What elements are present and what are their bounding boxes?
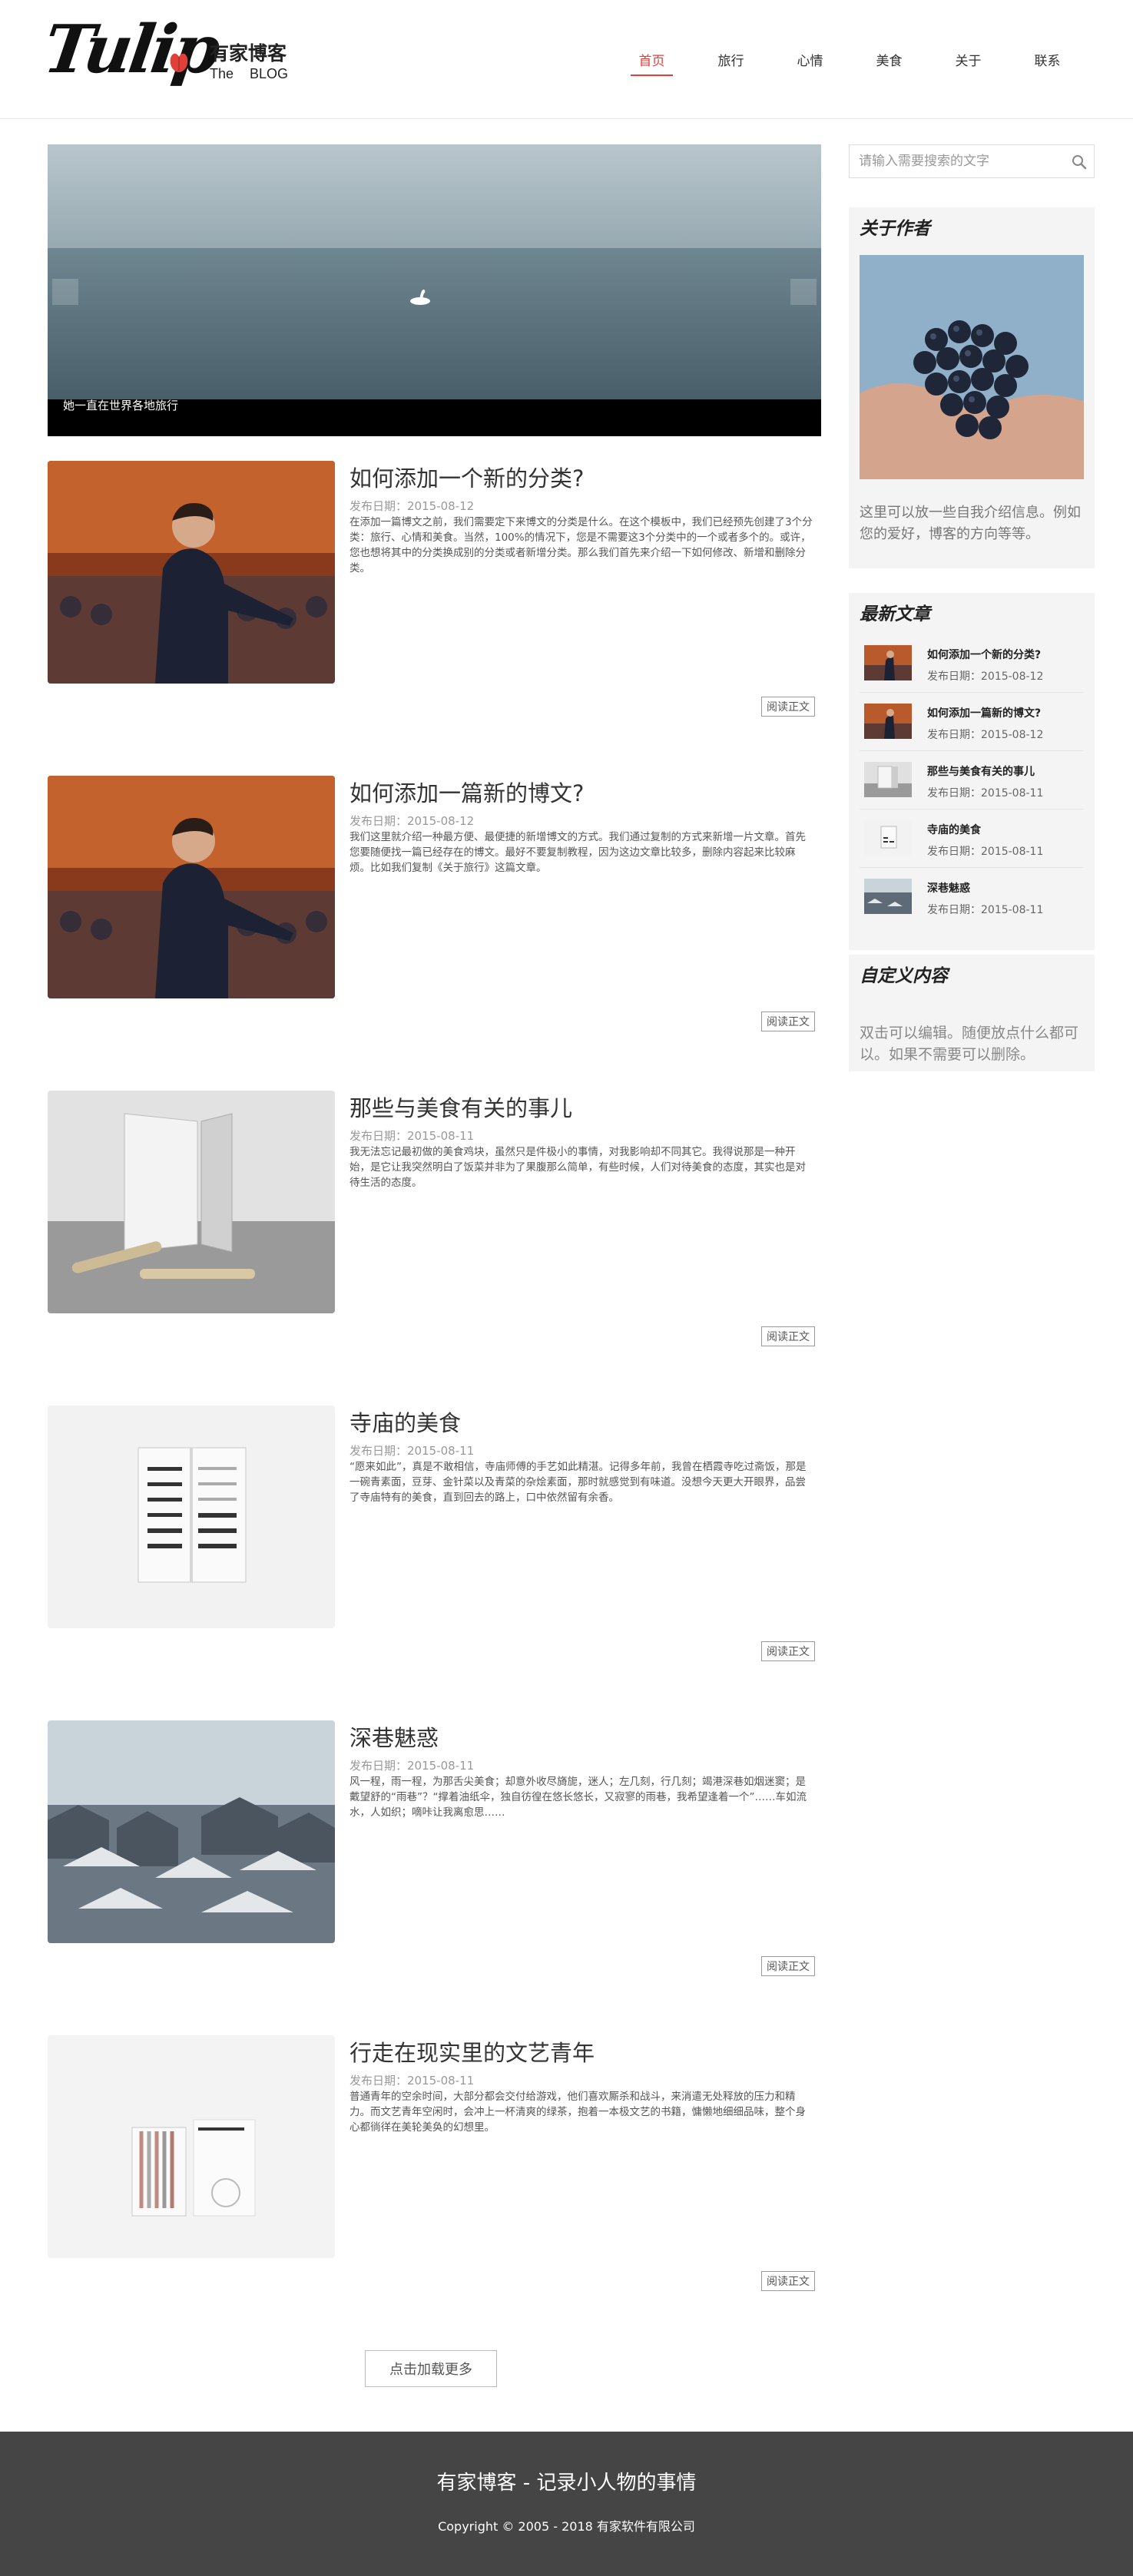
books-image <box>48 2035 335 2258</box>
about-text: 这里可以放一些自我介绍信息。例如您的爱好，博客的方向等等。 <box>860 505 1081 542</box>
post-date: 发布日期：2015-08-11 <box>350 1129 475 1143</box>
read-more-button[interactable]: 阅读正文 <box>761 1956 815 1976</box>
latest-thumbnail <box>864 820 912 856</box>
booklet-image <box>48 1406 335 1628</box>
post-card: 如何添加一个新的分类? 发布日期：2015-08-12 在添加一篇博文之前，我们… <box>48 461 821 776</box>
slider-caption: 她一直在世界各地旅行 <box>63 399 179 412</box>
latest-post-date: 发布日期：2015-08-12 <box>927 729 1044 741</box>
post-thumbnail[interactable] <box>48 1091 335 1313</box>
speaker-image <box>48 461 335 684</box>
post-excerpt: “愿来如此”，真是不敢相信，寺庙师傅的手艺如此精湛。记得多年前，我曾在栖霞寺吃过… <box>350 1461 807 1504</box>
nav-item-food[interactable]: 美食 <box>850 0 929 119</box>
post-thumbnail[interactable] <box>48 2035 335 2258</box>
search-input[interactable] <box>859 151 1062 171</box>
post-title[interactable]: 寺庙的美食 <box>350 1406 461 1438</box>
latest-thumbnail <box>864 704 912 739</box>
latest-post-date: 发布日期：2015-08-11 <box>927 846 1044 858</box>
post-date: 发布日期：2015-08-12 <box>350 814 475 828</box>
post-title[interactable]: 那些与美食有关的事儿 <box>350 1091 572 1123</box>
tulip-icon <box>170 53 188 72</box>
author-photo <box>860 255 1084 479</box>
post-thumbnail[interactable] <box>48 776 335 998</box>
custom-content-widget: 自定义内容 双击可以编辑。随便放点什么都可以。如果不需要可以删除。 <box>849 955 1095 1071</box>
nav-item-about[interactable]: 关于 <box>929 0 1008 119</box>
post-thumbnail[interactable] <box>48 1406 335 1628</box>
latest-posts-widget: 最新文章 如何添加一个新的分类? 发布日期：2015-08-12 如何添加一篇新… <box>849 593 1095 950</box>
read-more-button[interactable]: 阅读正文 <box>761 1641 815 1661</box>
site-header: Tulip 有家博客 The BLOG 首页 旅行 心情 美食 关于 联系 <box>0 0 1133 119</box>
post-date: 发布日期：2015-08-11 <box>350 2074 475 2088</box>
post-card: 寺庙的美食 发布日期：2015-08-11 “愿来如此”，真是不敢相信，寺庙师傅… <box>48 1406 821 1720</box>
post-card: 那些与美食有关的事儿 发布日期：2015-08-11 我无法忘记最初做的美食鸡块… <box>48 1091 821 1406</box>
post-card: 行走在现实里的文艺青年 发布日期：2015-08-11 普通青年的空余时间，大部… <box>48 2035 821 2350</box>
widget-title: 关于作者 <box>860 218 930 239</box>
latest-posts-list: 如何添加一个新的分类? 发布日期：2015-08-12 如何添加一篇新的博文? … <box>860 634 1084 926</box>
post-excerpt: 风一程，雨一程，为那舌尖美食；却意外收尽旖旎，迷人；左几刻，行几刻；竭港深巷如烟… <box>350 1776 807 1819</box>
latest-post-title: 寺庙的美食 <box>927 824 981 836</box>
post-excerpt: 我们这里就介绍一种最方便、最便捷的新增博文的方式。我们通过复制的方式来新增一片文… <box>350 831 806 874</box>
logo-wordmark: Tulip <box>38 11 223 88</box>
latest-post-title: 如何添加一个新的分类? <box>927 649 1042 661</box>
slider-next-button[interactable] <box>790 279 817 305</box>
nav-item-travel[interactable]: 旅行 <box>691 0 770 119</box>
latest-post-date: 发布日期：2015-08-12 <box>927 670 1044 683</box>
post-title[interactable]: 如何添加一篇新的博文? <box>350 776 584 808</box>
hero-slider[interactable]: 她一直在世界各地旅行 <box>48 144 821 436</box>
latest-post-date: 发布日期：2015-08-11 <box>927 904 1044 916</box>
latest-thumbnail <box>864 762 912 797</box>
city-image <box>48 1720 335 1943</box>
post-thumbnail[interactable] <box>48 461 335 684</box>
widget-title: 最新文章 <box>860 604 930 624</box>
slider-image-swan-lake <box>48 144 821 436</box>
post-title[interactable]: 如何添加一个新的分类? <box>350 461 584 493</box>
list-item[interactable]: 寺庙的美食 发布日期：2015-08-11 <box>860 810 1084 868</box>
site-logo[interactable]: Tulip 有家博客 The BLOG <box>39 11 298 109</box>
about-author-widget: 关于作者 这里可以放一些自我介绍信息。例如您的爱好，博客的方向等等。 <box>849 207 1095 568</box>
post-excerpt: 在添加一篇博文之前，我们需要定下来博文的分类是什么。在这个模板中，我们已经预先创… <box>350 516 813 574</box>
nav-item-home[interactable]: 首页 <box>612 0 691 119</box>
post-date: 发布日期：2015-08-12 <box>350 499 475 513</box>
post-excerpt: 我无法忘记最初做的美食鸡块，虽然只是件极小的事情，对我影响却不同其它。我得说那是… <box>350 1146 806 1189</box>
latest-post-title: 深巷魅惑 <box>927 882 970 895</box>
nav-item-mood[interactable]: 心情 <box>770 0 850 119</box>
slider-prev-button[interactable] <box>52 279 78 305</box>
list-item[interactable]: 那些与美食有关的事儿 发布日期：2015-08-11 <box>860 751 1084 810</box>
footer-title: 有家博客 - 记录小人物的事情 <box>436 2472 697 2495</box>
widget-title: 自定义内容 <box>860 965 948 986</box>
post-thumbnail[interactable] <box>48 1720 335 1943</box>
post-date: 发布日期：2015-08-11 <box>350 1759 475 1773</box>
main-nav: 首页 旅行 心情 美食 关于 联系 <box>612 0 1087 119</box>
custom-text: 双击可以编辑。随便放点什么都可以。如果不需要可以删除。 <box>860 1025 1079 1063</box>
post-card: 如何添加一篇新的博文? 发布日期：2015-08-12 我们这里就介绍一种最方便… <box>48 776 821 1091</box>
list-item[interactable]: 如何添加一篇新的博文? 发布日期：2015-08-12 <box>860 693 1084 751</box>
post-card: 深巷魅惑 发布日期：2015-08-11 风一程，雨一程，为那舌尖美食；却意外收… <box>48 1720 821 2035</box>
latest-post-date: 发布日期：2015-08-11 <box>927 787 1044 800</box>
latest-post-title: 如何添加一篇新的博文? <box>927 707 1042 720</box>
read-more-button[interactable]: 阅读正文 <box>761 2271 815 2291</box>
post-title[interactable]: 深巷魅惑 <box>350 1720 439 1753</box>
search-icon[interactable] <box>1071 154 1088 171</box>
search-box <box>849 144 1095 178</box>
speaker-image <box>48 776 335 998</box>
load-more-button[interactable]: 点击加载更多 <box>365 2350 497 2387</box>
list-item[interactable]: 如何添加一个新的分类? 发布日期：2015-08-12 <box>860 634 1084 693</box>
post-date: 发布日期：2015-08-11 <box>350 1444 475 1458</box>
read-more-button[interactable]: 阅读正文 <box>761 697 815 717</box>
site-footer: 有家博客 - 记录小人物的事情 Copyright © 2005 - 2018 … <box>0 2432 1133 2576</box>
brand-subtitle: The BLOG <box>210 66 289 81</box>
latest-post-title: 那些与美食有关的事儿 <box>927 766 1035 778</box>
footer-copyright: Copyright © 2005 - 2018 有家软件有限公司 <box>438 2519 695 2534</box>
post-excerpt: 普通青年的空余时间，大部分都会交付给游戏，他们喜欢厮杀和战斗，来消遣无处释放的压… <box>350 2091 806 2134</box>
nav-item-contact[interactable]: 联系 <box>1008 0 1087 119</box>
mirror-image <box>48 1091 335 1313</box>
read-more-button[interactable]: 阅读正文 <box>761 1326 815 1346</box>
post-title[interactable]: 行走在现实里的文艺青年 <box>350 2035 595 2068</box>
read-more-button[interactable]: 阅读正文 <box>761 1012 815 1031</box>
list-item[interactable]: 深巷魅惑 发布日期：2015-08-11 <box>860 868 1084 926</box>
brand-name: 有家博客 <box>210 42 287 65</box>
latest-thumbnail <box>864 645 912 680</box>
latest-thumbnail <box>864 879 912 914</box>
grapes-image <box>860 255 1084 479</box>
